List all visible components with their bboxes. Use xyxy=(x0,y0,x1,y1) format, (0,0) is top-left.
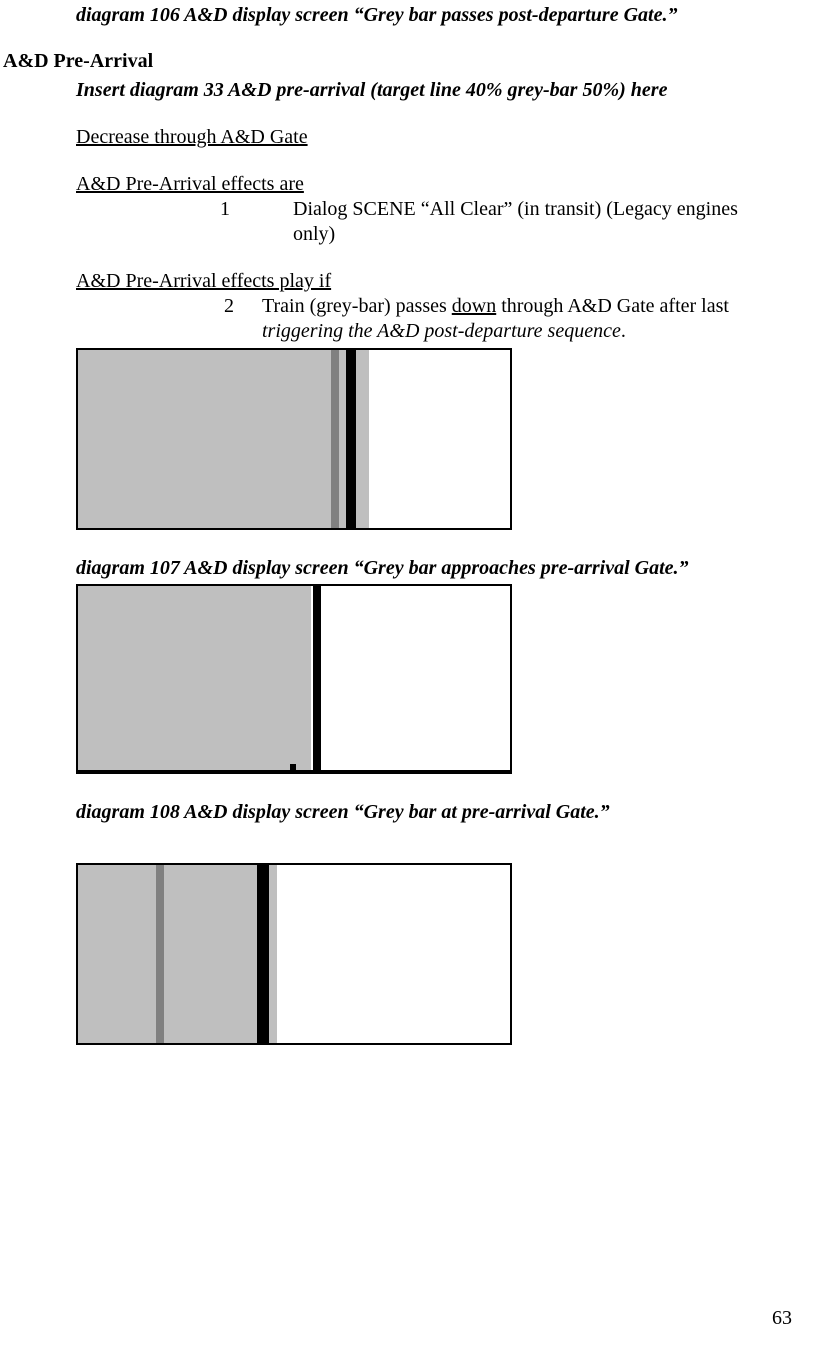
diagram-107-caption: diagram 107 A&D display screen “Grey bar… xyxy=(76,556,802,581)
ad-gate-line xyxy=(257,865,269,1043)
effects-are-heading: A&D Pre-Arrival effects are xyxy=(76,172,802,197)
grey-bar xyxy=(78,350,363,528)
text-fragment: . xyxy=(621,320,626,342)
text-italic: triggering the A&D post-departure sequen… xyxy=(262,320,621,342)
subheading-decrease-gate: Decrease through A&D Gate xyxy=(76,125,802,150)
list-text: Dialog SCENE “All Clear” (in transit) (L… xyxy=(293,197,802,247)
tick-mark xyxy=(290,764,296,770)
diagram-106-caption: diagram 106 A&D display screen “Grey bar… xyxy=(76,3,802,28)
text-fragment: Train (grey-bar) passes xyxy=(262,295,452,317)
insert-directive: Insert diagram 33 A&D pre-arrival (targe… xyxy=(76,78,802,103)
grey-bar-edge xyxy=(359,350,369,528)
page-number: 63 xyxy=(772,1307,792,1330)
ad-gate-line xyxy=(313,586,321,770)
list-number: 1 xyxy=(220,197,293,222)
list-item-2: 2 Train (grey-bar) passes down through A… xyxy=(76,294,802,344)
list-number: 2 xyxy=(224,294,262,319)
grey-marker xyxy=(156,865,164,1043)
diagram-109 xyxy=(76,863,512,1045)
section-heading-pre-arrival: A&D Pre-Arrival xyxy=(3,50,802,73)
text-underlined: down xyxy=(452,295,496,317)
diagram-108 xyxy=(76,584,512,774)
list-item-1: 1 Dialog SCENE “All Clear” (in transit) … xyxy=(76,197,802,247)
diagram-108-caption: diagram 108 A&D display screen “Grey bar… xyxy=(76,800,802,825)
diagram-107 xyxy=(76,348,512,530)
text-fragment: through A&D Gate after last xyxy=(496,295,729,317)
grey-bar xyxy=(78,586,311,770)
ad-gate-line xyxy=(346,350,356,528)
list-text: Train (grey-bar) passes down through A&D… xyxy=(262,294,802,344)
grey-bar xyxy=(78,865,277,1043)
grey-marker xyxy=(331,350,339,528)
effects-play-if-heading: A&D Pre-Arrival effects play if xyxy=(76,269,802,294)
